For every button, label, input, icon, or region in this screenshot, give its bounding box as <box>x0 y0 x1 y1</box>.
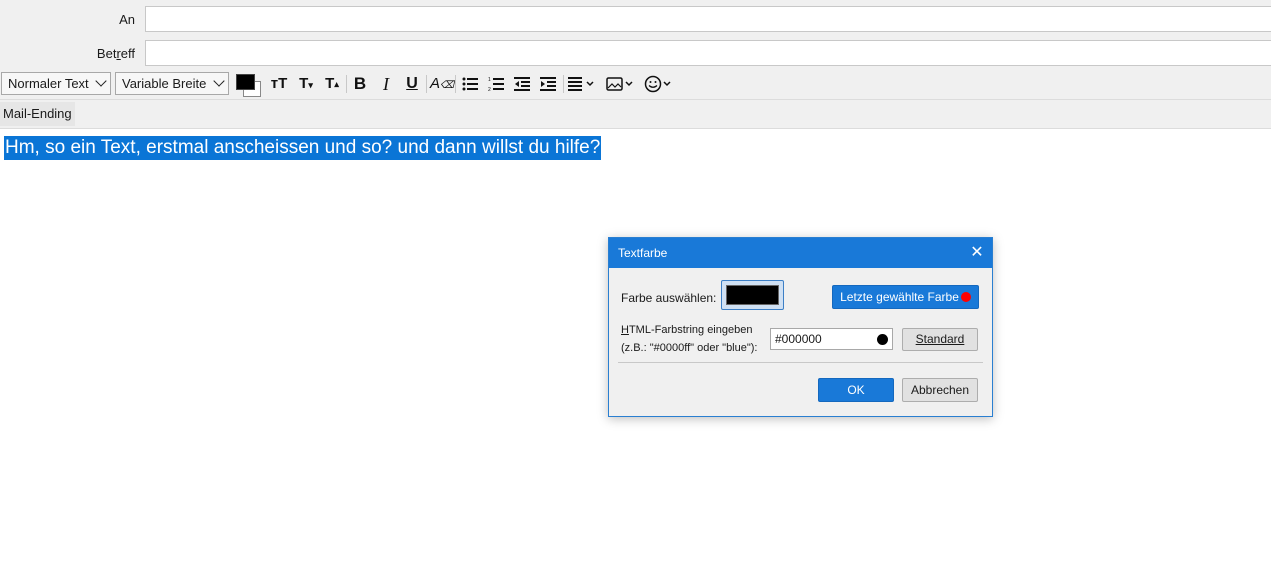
font-size-larger-icon[interactable]: T▾ <box>295 74 317 94</box>
subject-field[interactable] <box>145 40 1271 66</box>
compose-header: An Betreff Normaler Text Variable Breite… <box>0 0 1271 129</box>
html-color-example: (z.B.: "#0000ff" oder "blue"): <box>621 342 758 354</box>
toolbar-divider <box>455 75 456 93</box>
paragraph-format-select[interactable]: Normaler Text <box>1 72 111 95</box>
last-color-label: Letzte gewählte Farbe <box>840 290 959 304</box>
close-icon[interactable]: ✕ <box>966 242 988 264</box>
pick-color-label: Farbe auswählen: <box>621 291 717 305</box>
selected-body-text[interactable]: Hm, so ein Text, erstmal anscheissen und… <box>4 136 602 160</box>
toolbar-divider <box>426 75 427 93</box>
underline-icon[interactable]: U <box>401 74 423 94</box>
chevron-down-icon <box>213 75 225 87</box>
to-field[interactable] <box>145 6 1271 32</box>
insert-image-icon[interactable] <box>605 74 637 94</box>
color-picker-button[interactable] <box>721 280 784 310</box>
last-color-button[interactable]: Letzte gewählte Farbe <box>832 285 979 309</box>
hex-color-value: #000000 <box>775 332 822 346</box>
standard-button[interactable]: Standard <box>902 328 978 351</box>
signature-chip[interactable]: Mail-Ending <box>0 102 75 126</box>
indent-icon[interactable] <box>537 74 559 94</box>
hex-color-dot <box>877 334 888 345</box>
emoji-icon[interactable] <box>643 74 675 94</box>
dialog-divider <box>618 362 983 363</box>
html-color-label: HTML-Farbstring eingeben <box>621 324 753 336</box>
subject-label: Betreff <box>96 46 135 61</box>
toolbar-divider <box>346 75 347 93</box>
cancel-button[interactable]: Abbrechen <box>902 378 978 402</box>
to-label: An <box>119 12 135 27</box>
toolbar-divider <box>563 75 564 93</box>
font-select[interactable]: Variable Breite <box>115 72 229 95</box>
italic-icon[interactable]: I <box>375 74 397 94</box>
text-color-dialog: Textfarbe ✕ Farbe auswählen: Letzte gewä… <box>608 237 993 417</box>
ok-button[interactable]: OK <box>818 378 894 402</box>
last-color-dot <box>960 292 971 302</box>
subject-row: Betreff <box>0 36 1271 70</box>
bold-icon[interactable]: B <box>349 74 371 94</box>
paragraph-format-value: Normaler Text <box>8 76 89 91</box>
dialog-title: Textfarbe <box>618 246 668 260</box>
svg-text:1: 1 <box>488 77 491 83</box>
format-toolbar: Normaler Text Variable Breite ᴛT T▾ T▴ B… <box>0 70 1271 100</box>
standard-label: Standard <box>915 332 965 346</box>
text-color-swatch[interactable] <box>235 73 261 97</box>
align-icon[interactable] <box>567 74 599 94</box>
outdent-icon[interactable] <box>511 74 533 94</box>
current-color-swatch <box>726 285 779 305</box>
svg-text:2: 2 <box>488 87 491 92</box>
chevron-down-icon <box>95 75 107 87</box>
to-row: An <box>0 2 1271 36</box>
font-value: Variable Breite <box>122 76 207 91</box>
hex-color-input[interactable]: #000000 <box>770 328 893 350</box>
numbered-list-icon[interactable]: 12 <box>485 74 507 94</box>
font-size-smaller-icon[interactable]: ᴛT <box>268 74 290 94</box>
superscript-size-icon[interactable]: T▴ <box>321 74 343 94</box>
signature-row: Mail-Ending <box>0 100 1271 129</box>
remove-formatting-icon[interactable]: A⌫ <box>430 74 454 94</box>
bullet-list-icon[interactable] <box>459 74 481 94</box>
dialog-titlebar: Textfarbe ✕ <box>609 238 992 268</box>
